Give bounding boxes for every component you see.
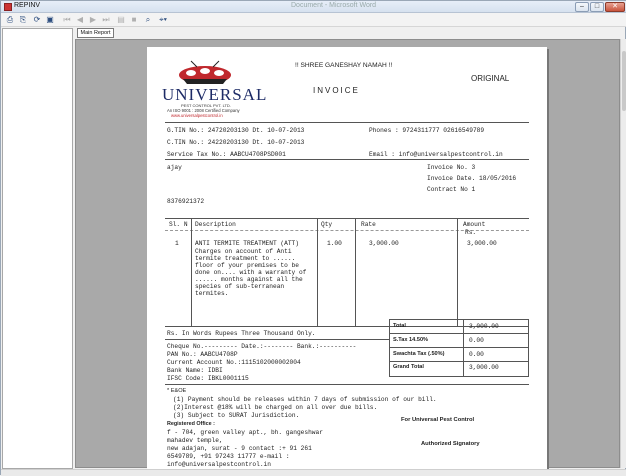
service-tax-text: Service Tax No.: AABCU4708PSD001: [167, 151, 286, 158]
amount-in-words: Rs. In Words Rupees Three Thousand Only.: [167, 330, 316, 337]
window-title: REPINV: [14, 2, 41, 9]
col-header-qty: Qty: [321, 221, 333, 228]
company-website: www.universalpestcontrol.in: [171, 113, 223, 118]
print-icon[interactable]: ⎙: [5, 15, 15, 25]
first-page-icon[interactable]: ⏮: [62, 15, 72, 25]
table-top-border: [165, 218, 529, 219]
previous-page-icon[interactable]: ◀: [75, 15, 85, 25]
row-description-line: termite treatment to ......: [195, 255, 296, 262]
amount-currency: Rs.: [465, 229, 477, 236]
swachta-tax-label: Swachta Tax (.50%): [393, 351, 445, 357]
address-line: mahadev temple,: [167, 437, 223, 444]
row-description-line: termites.: [195, 290, 229, 297]
customer-phone: 8376921372: [167, 198, 205, 205]
service-tax-value: 0.00: [469, 337, 484, 344]
ifsc-code: IFSC Code: IBKL0001115: [167, 375, 249, 382]
current-account-number: Current Account No.:1115102000002004: [167, 359, 301, 366]
row-sl: 1: [175, 240, 179, 247]
row-rate: 3,000.00: [369, 240, 399, 247]
customer-name: ajay: [167, 164, 182, 171]
table-col-divider: [317, 218, 318, 326]
stop-icon[interactable]: ■: [129, 15, 139, 25]
table-col-divider: [191, 218, 192, 326]
col-header-description: Description: [195, 221, 236, 228]
company-name: UNIVERSAL: [162, 85, 268, 104]
invoice-date: Invoice Date. 18/05/2016: [427, 175, 517, 182]
registered-office-label: Registered Office :: [167, 421, 215, 427]
refresh-icon[interactable]: ⟳: [32, 15, 42, 25]
group-tree-pane[interactable]: [2, 28, 73, 469]
cheque-line: Cheque No.--------- Date.:-------- Bank.…: [167, 343, 357, 350]
app-icon: [4, 3, 12, 11]
col-header-rate: Rate: [361, 221, 376, 228]
gtin-text: G.TIN No.: 24720203130 Dt. 10-07-2013: [167, 127, 305, 134]
doc-title: INVOICE: [313, 86, 360, 95]
vertical-scrollbar[interactable]: [620, 39, 626, 468]
title-bar: REPINV Document - Microsoft Word – □ ✕: [1, 1, 626, 13]
divider: [165, 159, 529, 160]
last-page-icon[interactable]: ⏭: [101, 15, 111, 25]
row-amount: 3,000.00: [467, 240, 497, 247]
search-icon[interactable]: ⌕: [143, 15, 153, 25]
totals-row-border: [389, 347, 529, 348]
background-window-title: Document - Microsoft Word: [291, 2, 377, 9]
totals-divider: [463, 319, 464, 377]
term-line: (1) Payment should be releases within 7 …: [173, 396, 437, 403]
for-company-text: For Universal Pest Control: [401, 417, 475, 423]
company-logo: [179, 60, 231, 84]
address-line: info@universalpestcontrol.in: [167, 461, 271, 468]
copy-label: ORIGINAL: [471, 74, 510, 83]
scrollbar-thumb[interactable]: [622, 51, 626, 111]
totals-row-border: [389, 361, 529, 362]
address-line: new adajan, surat - 9 contact :+ 91 261: [167, 445, 312, 452]
bank-name: Bank Name: IDBI: [167, 367, 223, 374]
divider: [165, 339, 389, 340]
totals-row-border: [389, 333, 529, 334]
term-line: (2)Interest @18% will be charged on all …: [173, 404, 378, 411]
term-line: (3) Subject to SURAT Jurisdiction.: [173, 412, 300, 419]
grand-total-label: Grand Total: [393, 364, 424, 370]
eoe-text: * E&OE: [167, 388, 187, 394]
row-description-line: ...... months against all the: [195, 276, 303, 283]
row-description-line: Charges on account of Anti: [195, 248, 292, 255]
col-header-amount: Amount: [463, 221, 486, 228]
invoice-page: UNIVERSAL PEST CONTROL PVT. LTD. An ISO …: [147, 47, 547, 472]
zoom-icon[interactable]: ⌖▾: [156, 15, 170, 25]
total-value: 3,000.00: [469, 323, 499, 330]
table-col-divider: [355, 218, 356, 326]
total-label: Total: [393, 323, 406, 329]
swachta-tax-value: 0.00: [469, 351, 484, 358]
go-to-page-icon[interactable]: ▤: [116, 15, 126, 25]
contract-number: Contract No 1: [427, 186, 476, 193]
divider: [165, 384, 529, 385]
col-header-sl: Sl. N: [169, 221, 188, 228]
grand-total-value: 3,000.00: [469, 364, 499, 371]
row-description-line: floor of your premises to be: [195, 262, 299, 269]
address-line: f - 704, green valley apt., bh. gangeshw…: [167, 429, 323, 436]
minimize-icon[interactable]: –: [575, 2, 589, 12]
row-description-line: done on.... with a warranty of: [195, 269, 307, 276]
pan-number: PAN No.: AABCU4708P: [167, 351, 238, 358]
authorized-signatory: Authorized Signatory: [421, 441, 480, 447]
service-tax-label: S.Tax 14.50%: [393, 337, 429, 343]
divider: [165, 122, 529, 123]
next-page-icon[interactable]: ▶: [88, 15, 98, 25]
email-text: Email : info@universalpestcontrol.in: [369, 151, 503, 158]
row-qty: 1.00: [327, 240, 342, 247]
ctin-text: C.TIN No.: 24220203130 Dt. 10-07-2013: [167, 139, 305, 146]
close-icon[interactable]: ✕: [605, 2, 625, 12]
export-icon[interactable]: ▣: [45, 15, 55, 25]
report-toolbar: ⎙ ⎘ ⟳ ▣ ⏮ ◀ ▶ ⏭ ▤ ■ ⌕ ⌖▾: [1, 13, 626, 27]
maximize-icon[interactable]: □: [590, 2, 604, 12]
invoice-number: Invoice No. 3: [427, 164, 476, 171]
app-window: REPINV Document - Microsoft Word – □ ✕ ⎙…: [0, 0, 626, 476]
table-col-divider: [457, 218, 458, 326]
print-setup-icon[interactable]: ⎘: [18, 15, 28, 25]
blessing-text: !! SHREE GANESHAY NAMAH !!: [295, 62, 393, 69]
phones-text: Phones : 9724311777 02616549789: [369, 127, 485, 134]
row-description-line: ANTI TERMITE TREATMENT (ATT): [195, 240, 299, 247]
tab-main-report[interactable]: Main Report: [77, 28, 114, 38]
address-line: 6549789, +91 97243 11777 e-mail :: [167, 453, 290, 460]
row-description-line: species of sub-terranean: [195, 283, 285, 290]
